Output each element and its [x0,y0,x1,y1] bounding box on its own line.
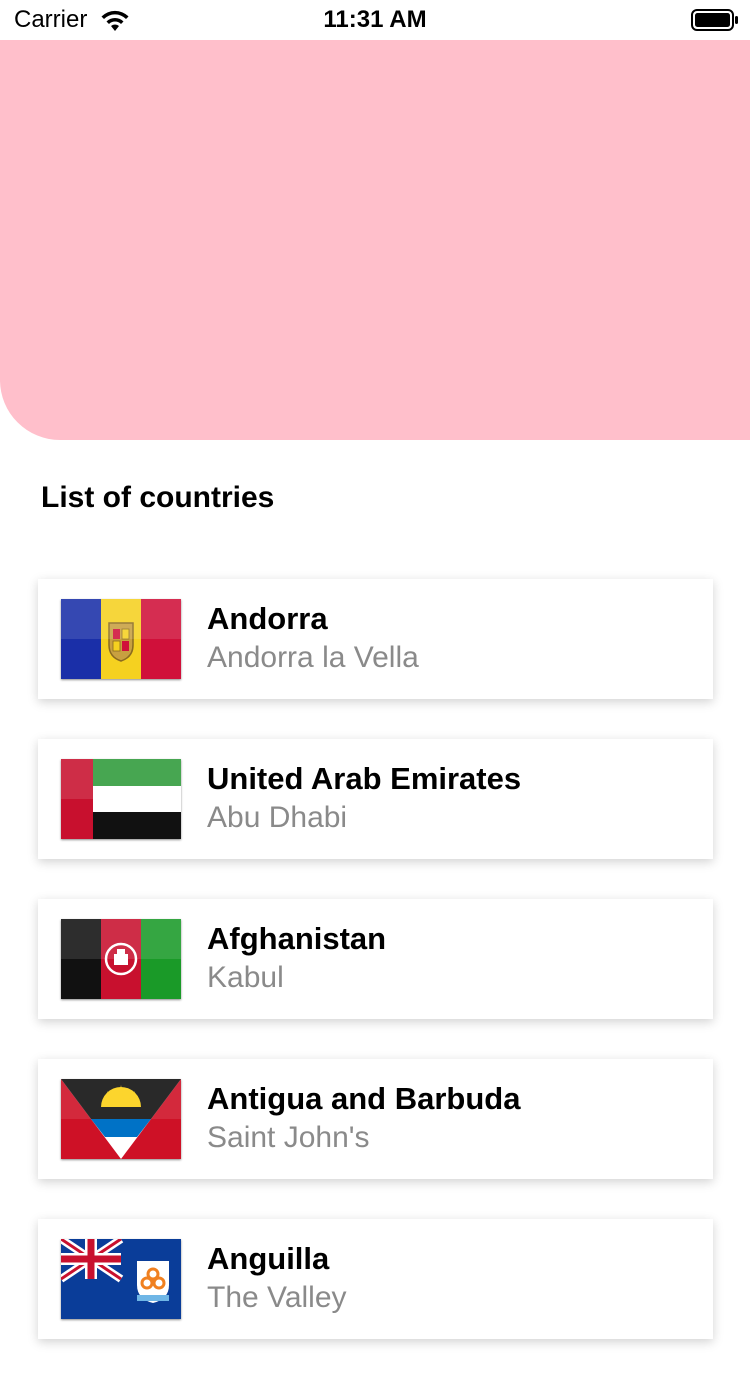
battery-icon [691,9,739,31]
anguilla-flag-icon [61,1239,181,1319]
country-card-andorra[interactable]: Andorra Andorra la Vella [38,579,713,699]
country-card-antigua-and-barbuda[interactable]: Antigua and Barbuda Saint John's [38,1059,713,1179]
status-time: 11:31 AM [323,6,427,33]
country-name: Anguilla [207,1241,330,1276]
country-capital: Kabul [207,961,284,994]
country-capital: The Valley [207,1281,347,1314]
country-capital: Saint John's [207,1121,370,1154]
country-capital: Andorra la Vella [207,641,419,674]
country-name: Andorra [207,601,328,636]
andorra-flag-icon [61,599,181,679]
afghanistan-flag-icon [61,919,181,999]
country-list: Andorra Andorra la Vella United Arab Emi… [38,579,713,1379]
uae-flag-icon [61,759,181,839]
country-name: United Arab Emirates [207,761,522,796]
country-capital: Abu Dhabi [207,801,348,834]
country-name: Antigua and Barbuda [207,1081,521,1116]
antigua-barbuda-flag-icon [61,1079,181,1159]
section-title: List of countries [41,481,275,514]
country-card-afghanistan[interactable]: Afghanistan Kabul [38,899,713,1019]
country-card-united-arab-emirates[interactable]: United Arab Emirates Abu Dhabi [38,739,713,859]
country-card-anguilla[interactable]: Anguilla The Valley [38,1219,713,1339]
header-banner [0,40,750,440]
status-bar: Carrier 11:31 AM [0,0,750,40]
country-name: Afghanistan [207,921,387,956]
